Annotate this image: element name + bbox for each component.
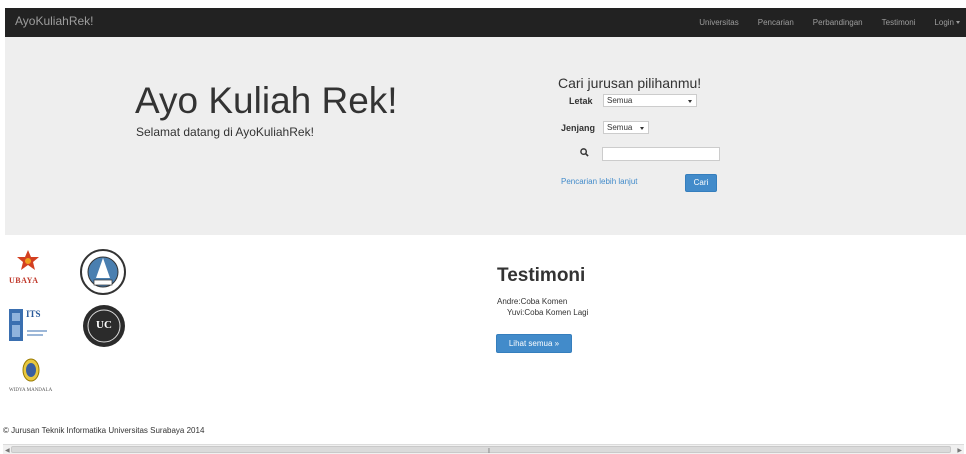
scroll-left-icon[interactable]: ◀ [5,447,10,454]
uc-logo-text: UC [96,319,112,331]
nav-link-universitas[interactable]: Universitas [699,18,739,27]
petra-logo-icon [80,249,126,295]
jenjang-selected-value: Semua [607,123,633,132]
jumbotron: Ayo Kuliah Rek! Selamat datang di AyoKul… [5,37,966,235]
letak-select[interactable]: Semua [603,94,697,107]
horizontal-scrollbar[interactable]: ◀ ||| ▶ [3,444,964,454]
top-navbar: AyoKuliahRek! Universitas Pencarian Perb… [5,8,966,37]
jenjang-select[interactable]: Semua [603,121,649,134]
grip-icon: ||| [488,448,490,454]
its-logo-text: ITS [26,309,41,319]
advanced-search-link[interactable]: Pencarian lebih lanjut [561,177,638,186]
scroll-right-icon[interactable]: ▶ [957,447,962,454]
search-button[interactable]: Cari [685,174,717,192]
testimoni-item: Andre:Coba Komen [497,297,568,306]
letak-label: Letak [569,96,593,106]
view-all-testimoni-button[interactable]: Lihat semua » [496,334,572,353]
search-form-title: Cari jurusan pilihanmu! [558,75,702,91]
chevron-down-icon [688,100,692,103]
jenjang-label: Jenjang [561,123,596,133]
login-label: Login [934,18,954,27]
ubaya-logo-icon [17,250,39,270]
hero-subtitle: Selamat datang di AyoKuliahRek! [136,125,314,139]
university-logos: UBAYA ITS UC WIDYA MANDALA [0,245,140,405]
footer-copyright: © Jurusan Teknik Informatika Universitas… [3,426,205,435]
nav-links: Universitas Pencarian Perbandingan Testi… [680,8,966,37]
scrollbar-thumb[interactable]: ||| [11,446,951,454]
login-dropdown[interactable]: Login [934,18,960,27]
search-input[interactable] [602,147,720,161]
brand-link[interactable]: AyoKuliahRek! [15,14,94,28]
testimoni-item: Yuvi:Coba Komen Lagi [507,308,589,317]
nav-link-testimoni[interactable]: Testimoni [882,18,916,27]
testimoni-heading: Testimoni [497,265,586,286]
hero-title: Ayo Kuliah Rek! [135,80,398,121]
page: AyoKuliahRek! Universitas Pencarian Perb… [0,0,966,454]
chevron-down-icon [956,21,960,25]
widya-mandala-logo-icon [22,358,40,382]
letak-selected-value: Semua [607,96,633,105]
nav-link-pencarian[interactable]: Pencarian [758,18,794,27]
search-icon [580,148,589,157]
widya-mandala-logo-text: WIDYA MANDALA [9,388,53,393]
ubaya-logo-text: UBAYA [9,276,39,285]
nav-link-perbandingan[interactable]: Perbandingan [813,18,863,27]
chevron-down-icon [640,127,644,130]
